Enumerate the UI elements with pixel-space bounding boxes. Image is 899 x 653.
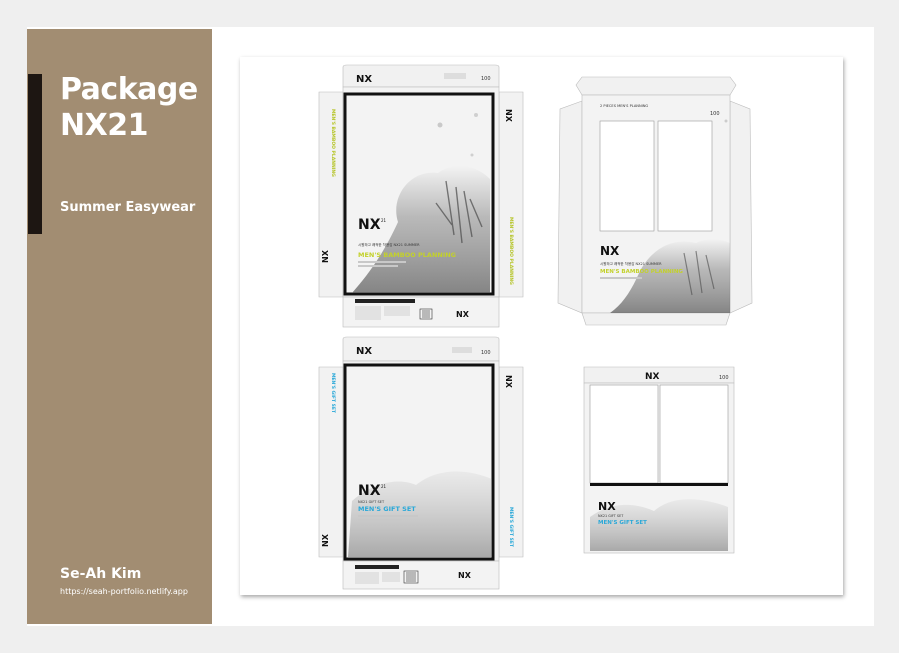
bamboo-bottom-logo: NX [456, 310, 470, 319]
gift-left-spine-logo: NX [321, 533, 330, 547]
gift-sleeve-top-logo: NX [645, 372, 660, 382]
bamboo-flap-logo: NX [356, 74, 372, 85]
sleeve-label: 2 PIECES MEN'S PLANNING [600, 104, 648, 108]
gift-kicker: NX21 GIFT SET [358, 500, 385, 504]
project-title: Package NX21 [60, 72, 198, 144]
accent-bar [28, 74, 42, 234]
bamboo-left-spine: MEN'S BAMBOO PLANNING [330, 109, 336, 177]
gift-sleeve-kicker: NX21 GIFT SET [598, 514, 624, 518]
title-line-2: NX21 [60, 108, 149, 143]
bamboo-box-dieline: NX 100 MEN'S BAMBOO PLANNING MEN'S BAMBO… [318, 64, 524, 328]
bamboo-kicker: 시원하고 쾌적한 착용감 NX21 SUMMER [358, 242, 420, 247]
sleeve-product: MEN'S BAMBOO PLANNING [600, 269, 683, 275]
sleeve-count: 100 [710, 111, 720, 117]
bamboo-flap-count: 100 [481, 76, 491, 82]
gift-sleeve-product: MEN'S GIFT SET [598, 520, 647, 526]
portfolio-url[interactable]: https://seah-portfolio.netlify.app [60, 587, 188, 596]
bamboo-sleeve-dieline: 2 PIECES MEN'S PLANNING 100 NX 시원하고 쾌적한 … [557, 76, 753, 326]
gift-bottom-logo: NX [458, 571, 472, 580]
gift-flap-logo: NX [356, 346, 372, 357]
author-name: Se-Ah Kim [60, 566, 142, 582]
gift-flap-count: 100 [481, 350, 491, 356]
bamboo-front-logo-suffix: 21 [381, 218, 387, 223]
sleeve-logo: NX [600, 244, 620, 258]
gift-left-spine: MEN'S GIFT SET [330, 373, 336, 414]
gift-box-dieline: NX 100 MEN'S GIFT SET MEN'S GIFT SET NX … [318, 336, 524, 590]
project-subtitle: Summer Easywear [60, 200, 196, 215]
bamboo-left-spine-logo: NX [321, 249, 330, 263]
gift-sleeve-logo: NX [598, 500, 616, 513]
bamboo-product-name: MEN'S BAMBOO PLANNING [358, 251, 456, 259]
gift-product-name: MEN'S GIFT SET [358, 505, 416, 513]
bamboo-right-spine: MEN'S BAMBOO PLANNING [508, 217, 514, 285]
gift-front-logo: NX [358, 483, 381, 499]
dieline-artwork: NX 100 MEN'S BAMBOO PLANNING MEN'S BAMBO… [318, 64, 753, 590]
gift-right-spine-logo: NX [504, 375, 513, 389]
gift-sleeve-count: 100 [719, 375, 729, 381]
dieline-sheet: NX 100 MEN'S BAMBOO PLANNING MEN'S BAMBO… [240, 57, 843, 595]
gift-right-spine: MEN'S GIFT SET [508, 507, 514, 548]
bamboo-right-spine-logo: NX [504, 109, 513, 123]
title-line-1: Package [60, 72, 198, 107]
gift-front-logo-suffix: 21 [381, 484, 387, 489]
bamboo-front-logo: NX [358, 217, 381, 233]
sleeve-kicker: 시원하고 쾌적한 착용감 NX21 SUMMER [600, 261, 662, 266]
gift-sleeve-dieline: NX 100 NX NX21 GIFT SET MEN'S GIFT SET [583, 366, 735, 554]
